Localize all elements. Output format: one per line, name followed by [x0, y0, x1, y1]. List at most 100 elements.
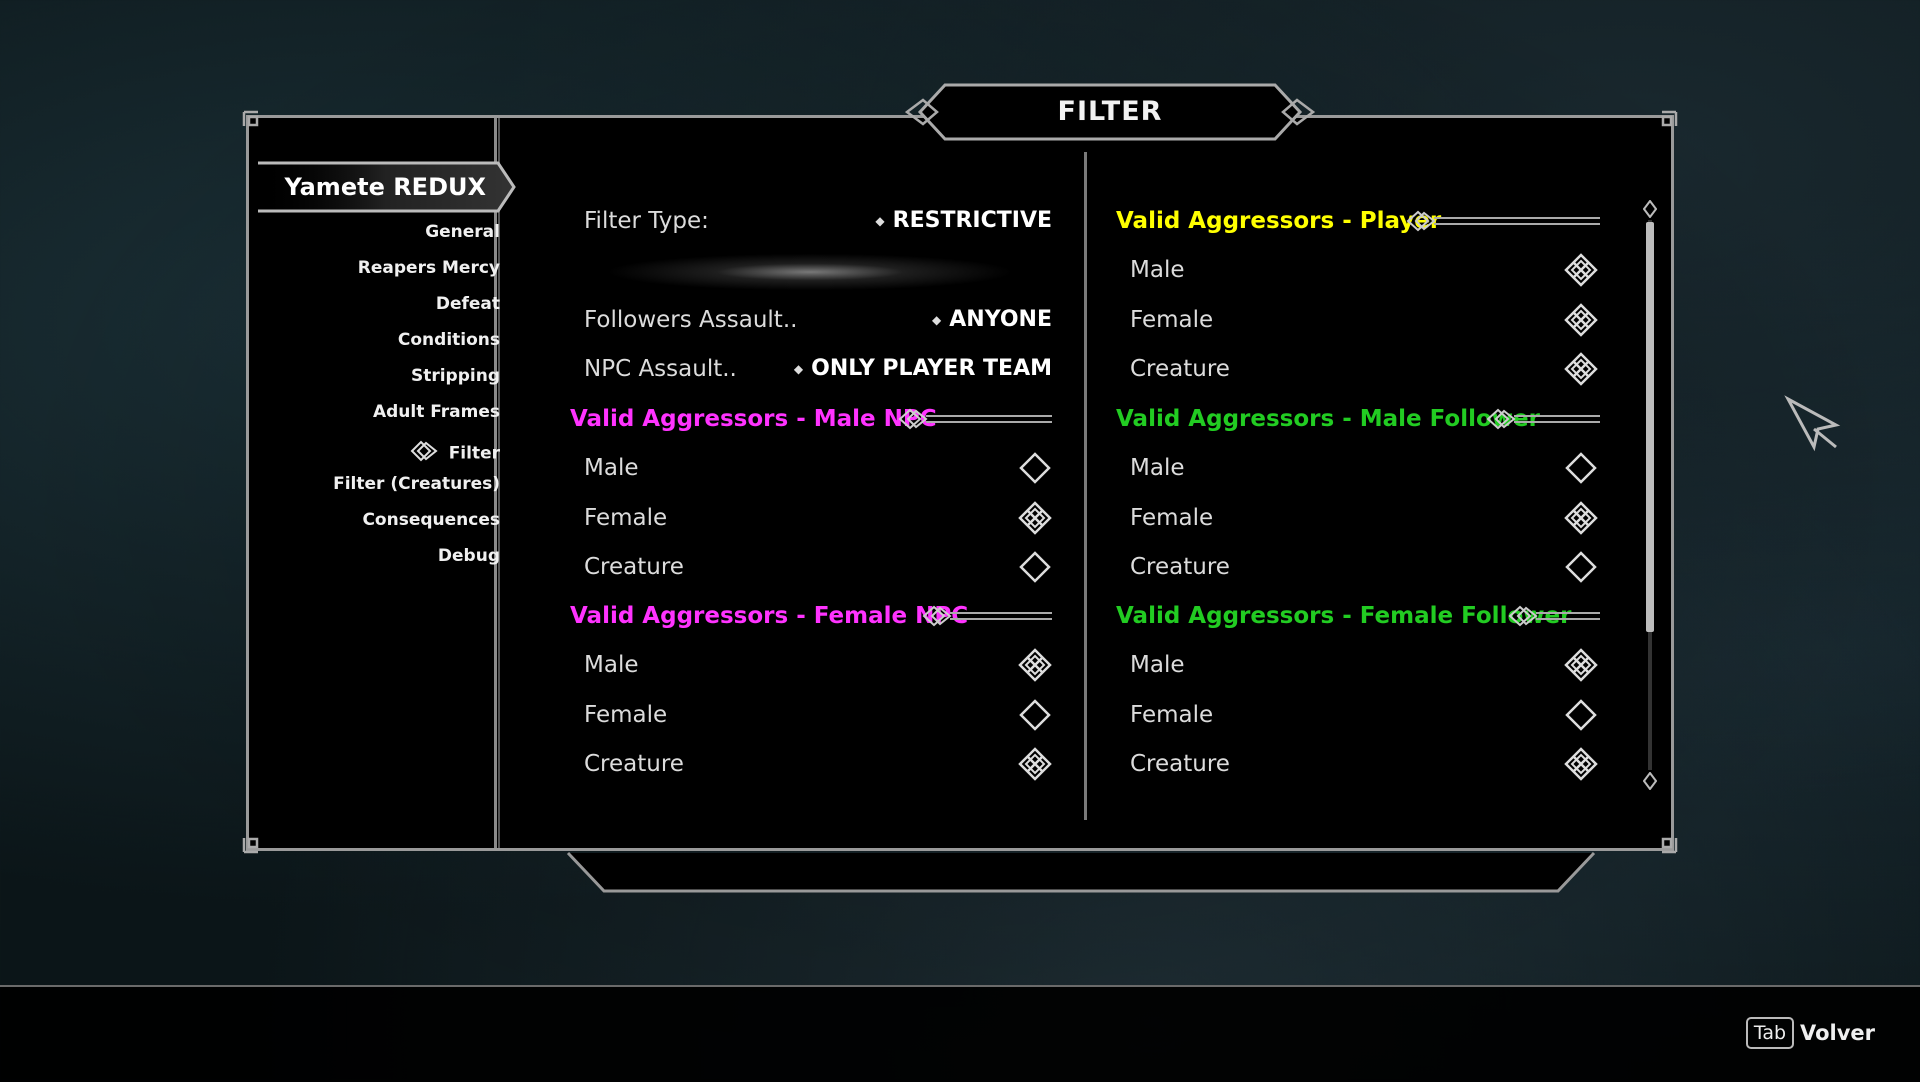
column-divider [1084, 152, 1087, 820]
option-value: ◆ ANYONE [932, 300, 1052, 340]
toggle-row-creature[interactable]: Creature [584, 744, 1052, 784]
toggle-row-creature[interactable]: Creature [1130, 547, 1598, 587]
dropdown-indicator-icon: ◆ [875, 214, 885, 228]
unchecked-diamond-icon[interactable] [1018, 451, 1052, 485]
scroll-down-arrow-icon[interactable] [1642, 771, 1658, 791]
toggle-label: Female [584, 701, 668, 728]
sidebar-item-consequences[interactable]: Consequences [270, 510, 500, 530]
checked-knot-icon[interactable] [1564, 302, 1598, 337]
option-value: ◆ RESTRICTIVE [875, 201, 1052, 241]
scrollbar[interactable] [1642, 199, 1658, 791]
sidebar-item-adult-frames[interactable]: Adult Frames [270, 402, 500, 422]
sidebar-item-label: Filter [448, 443, 500, 464]
toggle-label: Creature [1130, 751, 1230, 777]
section-header-male-npc: Valid Aggressors - Male NPC [570, 399, 1052, 439]
toggle-row-male[interactable]: Male [584, 645, 1052, 685]
checked-knot-icon[interactable] [1564, 500, 1598, 535]
option-label: Followers Assault.. [584, 307, 798, 333]
toggle-label: Female [584, 504, 668, 531]
checked-knot-icon[interactable] [1564, 352, 1598, 386]
option-label: NPC Assault.. [584, 356, 737, 382]
toggle-row-female[interactable]: Female [1130, 695, 1598, 735]
unchecked-diamond-icon[interactable] [1564, 550, 1598, 584]
toggle-label: Creature [584, 554, 684, 580]
unchecked-diamond-icon[interactable] [1018, 550, 1052, 584]
tab-key-icon[interactable]: Tab [1746, 1017, 1794, 1049]
toggle-label: Male [1130, 455, 1185, 481]
back-button[interactable]: Volver [1800, 1017, 1875, 1049]
corner-ornament-icon [1650, 108, 1680, 138]
toggle-label: Female [1130, 306, 1214, 333]
section-header-text: Valid Aggressors - Player [1116, 208, 1442, 234]
header-ornament-icon [922, 605, 1052, 627]
toggle-label: Female [1130, 504, 1214, 531]
npc-assault-option[interactable]: NPC Assault.. ◆ ONLY PLAYER TEAM [584, 349, 1052, 389]
sidebar-item-filter[interactable]: Filter [270, 438, 500, 469]
title-tab: FILTER [905, 83, 1315, 141]
bottom-tab-ornament [566, 851, 1596, 899]
toggle-label: Female [1130, 701, 1214, 728]
scroll-thumb[interactable] [1646, 222, 1654, 632]
toggle-row-male[interactable]: Male [1130, 448, 1598, 488]
unchecked-diamond-icon[interactable] [1564, 698, 1598, 732]
sidebar-item-conditions[interactable]: Conditions [270, 330, 500, 350]
checked-knot-icon[interactable] [1564, 648, 1598, 682]
corner-ornament-icon [240, 826, 270, 856]
toggle-label: Creature [1130, 554, 1230, 580]
toggle-row-creature[interactable]: Creature [1130, 744, 1598, 784]
sidebar-item-filter-creatures[interactable]: Filter (Creatures) [270, 474, 500, 494]
option-value: ◆ ONLY PLAYER TEAM [794, 349, 1052, 389]
toggle-row-female[interactable]: Female [584, 695, 1052, 735]
mod-name: Yamete REDUX [284, 173, 486, 201]
sidebar-item-debug[interactable]: Debug [270, 546, 500, 566]
section-header-text: Valid Aggressors - Female NPC [570, 603, 969, 629]
section-header-female-npc: Valid Aggressors - Female NPC [570, 596, 1052, 636]
selected-indicator-icon [409, 438, 439, 469]
glow-separator [590, 252, 1030, 292]
sidebar-item-general[interactable]: General [270, 222, 500, 242]
page-title: FILTER [1057, 96, 1163, 127]
toggle-label: Male [1130, 257, 1185, 283]
filter-type-option[interactable]: Filter Type: ◆ RESTRICTIVE [584, 201, 1052, 241]
toggle-row-male[interactable]: Male [1130, 250, 1598, 290]
dropdown-indicator-icon: ◆ [793, 362, 804, 376]
toggle-label: Male [584, 455, 639, 481]
toggle-row-female[interactable]: Female [1130, 300, 1598, 340]
toggle-row-male[interactable]: Male [1130, 645, 1598, 685]
section-header-text: Valid Aggressors - Female Follower [1116, 603, 1572, 629]
checked-knot-icon[interactable] [1018, 500, 1052, 535]
checked-knot-icon[interactable] [1564, 747, 1598, 781]
toggle-row-male[interactable]: Male [584, 448, 1052, 488]
scroll-up-arrow-icon[interactable] [1642, 199, 1658, 219]
unchecked-diamond-icon[interactable] [1018, 698, 1052, 732]
toggle-label: Male [584, 652, 639, 678]
dropdown-indicator-icon: ◆ [932, 313, 942, 327]
sidebar-item-defeat[interactable]: Defeat [270, 294, 500, 314]
section-header-text: Valid Aggressors - Male Follower [1116, 406, 1540, 432]
toggle-label: Creature [1130, 356, 1230, 382]
section-header-male-follower: Valid Aggressors - Male Follower [1116, 399, 1600, 439]
toggle-row-female[interactable]: Female [1130, 498, 1598, 538]
mod-name-tab[interactable]: Yamete REDUX [258, 161, 516, 213]
option-label: Filter Type: [584, 208, 709, 234]
section-header-player: Valid Aggressors - Player [1116, 201, 1600, 241]
checked-knot-icon[interactable] [1564, 253, 1598, 287]
checked-knot-icon[interactable] [1018, 747, 1052, 781]
toggle-label: Creature [584, 751, 684, 777]
toggle-row-female[interactable]: Female [584, 498, 1052, 538]
followers-assault-option[interactable]: Followers Assault.. ◆ ANYONE [584, 300, 1052, 340]
corner-ornament-icon [240, 108, 270, 138]
header-ornament-icon [1486, 408, 1600, 430]
toggle-row-creature[interactable]: Creature [584, 547, 1052, 587]
sidebar-item-stripping[interactable]: Stripping [270, 366, 500, 386]
toggle-label: Male [1130, 652, 1185, 678]
checked-knot-icon[interactable] [1018, 648, 1052, 682]
section-header-text: Valid Aggressors - Male NPC [570, 406, 937, 432]
header-ornament-icon [1406, 210, 1600, 232]
mouse-cursor-icon [1784, 395, 1844, 455]
sidebar-item-reapers-mercy[interactable]: Reapers Mercy [270, 258, 500, 278]
corner-ornament-icon [1650, 826, 1680, 856]
unchecked-diamond-icon[interactable] [1564, 451, 1598, 485]
header-ornament-icon [898, 408, 1052, 430]
toggle-row-creature[interactable]: Creature [1130, 349, 1598, 389]
